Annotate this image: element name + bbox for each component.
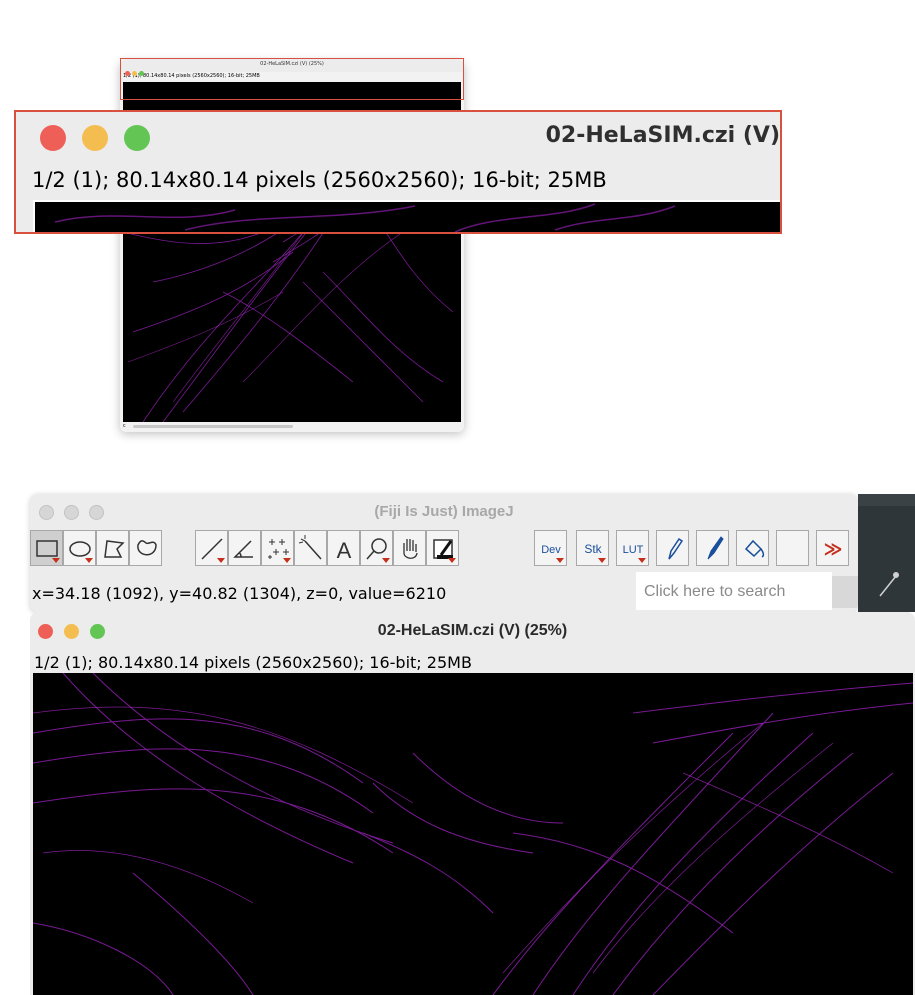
text-tool[interactable]: A — [327, 530, 360, 566]
wand-tool[interactable] — [294, 530, 327, 566]
eyedropper-icon — [879, 572, 899, 597]
magnifier-tool[interactable] — [360, 530, 393, 566]
zoom-image-strip — [33, 200, 780, 232]
big-window-title: 02-HeLaSIM.czi (V) (25%) — [377, 622, 568, 639]
search-scroll[interactable] — [832, 576, 858, 608]
line-tool[interactable] — [195, 530, 228, 566]
fiji-main-window: (Fiji Is Just) ImageJ A Dev Stk LUT ≫ x=… — [30, 494, 858, 612]
brush-tool[interactable] — [696, 530, 729, 566]
stk-menu[interactable]: Stk — [576, 530, 609, 566]
highlight-source-box — [120, 58, 464, 100]
fiji-titlebar[interactable]: (Fiji Is Just) ImageJ — [30, 494, 858, 530]
freehand-tool[interactable] — [129, 530, 162, 566]
more-tools[interactable]: ≫ — [816, 530, 849, 566]
hand-tool[interactable] — [393, 530, 426, 566]
rectangle-tool[interactable] — [30, 530, 63, 566]
small-channel-scrollbar[interactable] — [133, 425, 293, 428]
lut-menu-label: LUT — [623, 544, 644, 556]
zoom-close-dot — [40, 125, 66, 151]
desktop-background — [858, 494, 915, 612]
big-fluorescence-image — [33, 673, 913, 995]
big-window-titlebar[interactable]: 02-HeLaSIM.czi (V) (25%) — [30, 612, 915, 650]
coordinates-readout: x=34.18 (1092), y=40.82 (1304), z=0, val… — [32, 584, 447, 603]
zoom-fluorescence-strip — [54, 203, 676, 232]
big-image-window: 02-HeLaSIM.czi (V) (25%) 1/2 (1); 80.14x… — [30, 612, 915, 995]
stk-menu-label: Stk — [584, 542, 602, 556]
dev-menu-label: Dev — [541, 544, 561, 556]
text-tool-glyph: A — [337, 538, 352, 563]
zoom-callout: 02-HeLaSIM.czi (V) 1/2 (1); 80.14x80.14 … — [14, 110, 782, 234]
zoom-minimize-dot — [82, 125, 108, 151]
dev-menu[interactable]: Dev — [534, 530, 567, 566]
multipoint-tool[interactable] — [261, 530, 294, 566]
search-input[interactable]: Click here to search — [636, 572, 832, 610]
polygon-tool[interactable] — [96, 530, 129, 566]
empty-slot[interactable] — [776, 530, 809, 566]
zoom-window-info: 1/2 (1); 80.14x80.14 pixels (2560x2560);… — [32, 168, 607, 192]
small-window-status: c — [123, 423, 461, 429]
big-window-info: 1/2 (1); 80.14x80.14 pixels (2560x2560);… — [34, 653, 472, 672]
lut-menu[interactable]: LUT — [616, 530, 649, 566]
channel-letter: c — [123, 423, 126, 429]
angle-tool[interactable] — [228, 530, 261, 566]
flood-fill-tool[interactable] — [736, 530, 769, 566]
more-tools-glyph: ≫ — [824, 539, 843, 560]
big-image-canvas[interactable] — [33, 673, 913, 995]
zoom-zoom-dot — [124, 125, 150, 151]
oval-tool[interactable] — [63, 530, 96, 566]
pencil-tool[interactable] — [656, 530, 689, 566]
zoom-titlebar: 02-HeLaSIM.czi (V) — [16, 112, 780, 164]
zoom-window-title: 02-HeLaSIM.czi (V) — [545, 123, 780, 148]
fiji-title: (Fiji Is Just) ImageJ — [374, 503, 514, 520]
color-picker-tool[interactable] — [426, 530, 459, 566]
